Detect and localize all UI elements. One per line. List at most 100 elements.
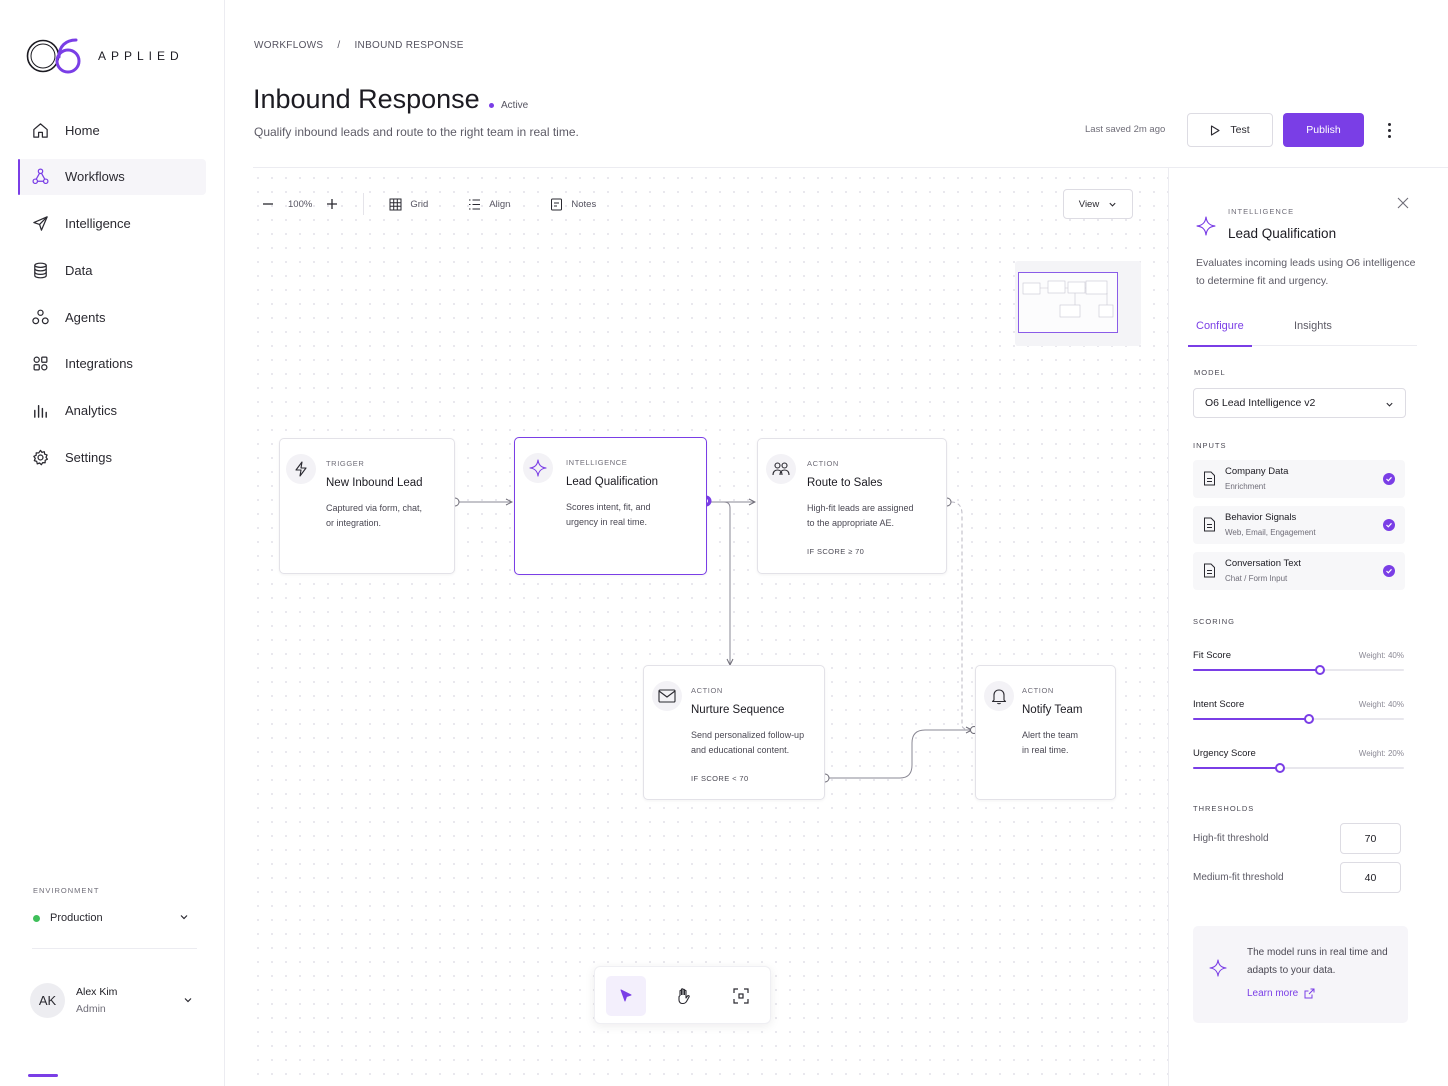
grid-icon xyxy=(389,198,402,210)
agents-icon xyxy=(32,309,49,324)
sidebar-item-intelligence[interactable]: Intelligence xyxy=(18,206,206,242)
user-role: Admin xyxy=(76,1002,106,1015)
model-label: MODEL xyxy=(1194,368,1226,377)
environment-selector[interactable]: Production xyxy=(33,908,193,928)
model-select-value: O6 Lead Intelligence v2 xyxy=(1205,397,1316,409)
input-source: Chat / Form Input xyxy=(1225,574,1288,583)
medium-fit-threshold-row: Medium-fit threshold xyxy=(1193,862,1405,894)
node-title: Lead Qualification xyxy=(566,476,659,488)
brand-wordmark: APPLIED xyxy=(98,49,184,63)
sidebar-item-label: Workflows xyxy=(65,169,125,185)
threshold-label: High-fit threshold xyxy=(1193,833,1269,844)
brand-logo[interactable]: APPLIED xyxy=(26,36,184,76)
panel-node-kind: INTELLIGENCE xyxy=(1228,207,1295,216)
tab-insights[interactable]: Insights xyxy=(1294,320,1332,346)
fit-score-slider: Fit Score Weight: 40% xyxy=(1193,650,1404,680)
node-description: Scores intent, fit, and urgency in real t… xyxy=(566,502,651,527)
node-description: Send personalized follow-up and education… xyxy=(691,730,805,755)
close-icon[interactable] xyxy=(1396,196,1410,210)
slider-thumb[interactable] xyxy=(1314,665,1325,675)
sidebar-item-label: Analytics xyxy=(65,403,118,419)
more-options-icon[interactable] xyxy=(1380,118,1398,142)
fit-view-tool[interactable] xyxy=(721,976,761,1016)
sidebar-item-workflows[interactable]: Workflows xyxy=(18,158,206,195)
chevron-down-icon xyxy=(1386,402,1393,407)
input-item-conversation-text[interactable]: Conversation Text Chat / Form Input xyxy=(1193,552,1405,590)
node-kind: ACTION xyxy=(1022,686,1054,695)
publish-button[interactable]: Publish xyxy=(1283,113,1364,147)
pan-tool[interactable] xyxy=(664,976,704,1016)
sidebar-item-settings[interactable]: Settings xyxy=(18,440,206,476)
avatar: AK xyxy=(30,982,65,1018)
user-menu[interactable]: AK Alex Kim Admin xyxy=(30,980,195,1020)
chevron-down-icon xyxy=(1109,202,1116,207)
model-select[interactable]: O6 Lead Intelligence v2 xyxy=(1193,388,1406,418)
node-kind: ACTION xyxy=(807,459,839,468)
medium-fit-threshold-input[interactable] xyxy=(1340,862,1401,893)
breadcrumb: WORKFLOWS / INBOUND RESPONSE xyxy=(254,40,464,51)
page-subtitle: Qualify inbound leads and route to the r… xyxy=(254,125,579,139)
plus-icon xyxy=(327,199,338,209)
learn-more-link[interactable]: Learn more xyxy=(1247,988,1315,999)
zoom-in-button[interactable] xyxy=(326,198,338,210)
input-item-behavior-signals[interactable]: Behavior Signals Web, Email, Engagement xyxy=(1193,506,1405,544)
slider-label: Intent Score xyxy=(1193,699,1245,710)
grid-toggle[interactable]: Grid xyxy=(389,198,428,211)
slider-track[interactable] xyxy=(1193,714,1404,724)
node-title: New Inbound Lead xyxy=(326,477,423,489)
view-dropdown[interactable]: View xyxy=(1063,189,1133,219)
zoom-out-button[interactable] xyxy=(262,198,274,210)
sparkle-icon xyxy=(1196,216,1216,236)
node-route-to-sales[interactable]: ACTION Route to Sales High-fit leads are… xyxy=(757,438,947,574)
minimap-nodes xyxy=(1022,280,1114,318)
bell-icon xyxy=(984,681,1014,711)
slider-weight: Weight: 40% xyxy=(1358,651,1404,660)
test-button[interactable]: Test xyxy=(1187,113,1273,147)
node-lead-qualification[interactable]: INTELLIGENCE Lead Qualification Scores i… xyxy=(514,437,707,575)
slider-track[interactable] xyxy=(1193,665,1404,675)
sidebar-item-integrations[interactable]: Integrations xyxy=(18,346,206,382)
breadcrumb-separator: / xyxy=(337,40,341,51)
input-name: Company Data xyxy=(1225,466,1289,477)
scoring-label: SCORING xyxy=(1193,617,1236,626)
slider-track[interactable] xyxy=(1193,763,1404,773)
node-new-inbound-lead[interactable]: TRIGGER New Inbound Lead Captured via fo… xyxy=(279,438,455,574)
tab-configure[interactable]: Configure xyxy=(1188,320,1252,347)
high-fit-threshold-input[interactable] xyxy=(1340,823,1401,854)
gear-icon xyxy=(33,449,49,466)
minimap[interactable] xyxy=(1015,261,1141,346)
check-icon[interactable] xyxy=(1383,519,1395,531)
sidebar-item-data[interactable]: Data xyxy=(18,252,206,288)
breadcrumb-workflows[interactable]: WORKFLOWS xyxy=(254,40,323,51)
check-icon[interactable] xyxy=(1383,473,1395,485)
info-text: The model runs in real time and adapts t… xyxy=(1247,947,1388,976)
check-icon[interactable] xyxy=(1383,565,1395,577)
input-item-company-data[interactable]: Company Data Enrichment xyxy=(1193,460,1405,498)
node-notify-team[interactable]: ACTION Notify Team Alert the team in real… xyxy=(975,665,1116,800)
sidebar-item-analytics[interactable]: Analytics xyxy=(18,393,206,429)
notes-button[interactable]: Notes xyxy=(550,198,596,211)
cursor-icon xyxy=(620,989,632,1002)
urgency-score-slider: Urgency Score Weight: 20% xyxy=(1193,748,1404,778)
align-button[interactable]: Align xyxy=(468,198,510,211)
align-label: Align xyxy=(489,198,511,210)
node-nurture-sequence[interactable]: ACTION Nurture Sequence Send personalize… xyxy=(643,665,825,800)
last-saved-text: Last saved 2m ago xyxy=(1085,124,1166,135)
input-name: Conversation Text xyxy=(1225,558,1301,569)
node-kind: TRIGGER xyxy=(326,459,365,468)
node-description: High-fit leads are assigned to the approp… xyxy=(807,503,914,528)
notes-label: Notes xyxy=(571,198,597,210)
slider-label: Urgency Score xyxy=(1193,748,1256,759)
select-tool[interactable] xyxy=(606,976,646,1016)
learn-more-label: Learn more xyxy=(1247,988,1299,999)
slider-thumb[interactable] xyxy=(1274,763,1285,773)
slider-thumb[interactable] xyxy=(1304,714,1315,724)
external-link-icon xyxy=(1304,988,1315,999)
panel-description: Evaluates incoming leads using O6 intell… xyxy=(1196,257,1416,287)
mail-icon xyxy=(652,681,682,711)
sidebar-item-agents[interactable]: Agents xyxy=(18,299,206,335)
node-description: Captured via form, chat, or integration. xyxy=(326,503,423,528)
chevron-down-icon xyxy=(184,998,192,1003)
sidebar-item-label: Intelligence xyxy=(65,216,131,232)
sidebar-item-home[interactable]: Home xyxy=(18,112,206,148)
